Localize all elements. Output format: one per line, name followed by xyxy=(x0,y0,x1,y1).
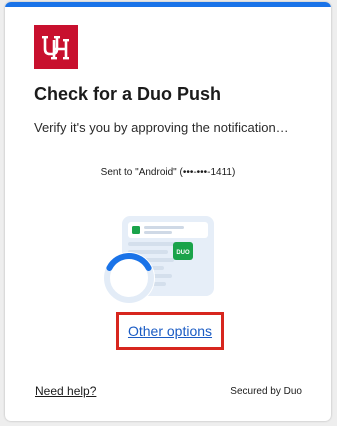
duo-badge-text: DUO xyxy=(176,250,190,256)
secured-by-text: Secured by Duo xyxy=(230,386,302,397)
loading-spinner-icon xyxy=(103,252,155,304)
other-options-highlight: Other options xyxy=(116,312,224,350)
duo-prompt-card: Check for a Duo Push Verify it's you by … xyxy=(5,2,331,421)
instruction-text: Verify it's you by approving the notific… xyxy=(34,120,289,135)
sent-to-device-text: Sent to "Android" (•••-•••-1411) xyxy=(100,167,236,178)
page-title: Check for a Duo Push xyxy=(34,84,222,104)
need-help-link[interactable]: Need help? xyxy=(35,384,96,398)
uh-logo-icon xyxy=(34,25,78,69)
accent-bar xyxy=(5,2,331,7)
other-options-link[interactable]: Other options xyxy=(119,315,221,347)
push-illustration: DUO xyxy=(93,210,223,310)
